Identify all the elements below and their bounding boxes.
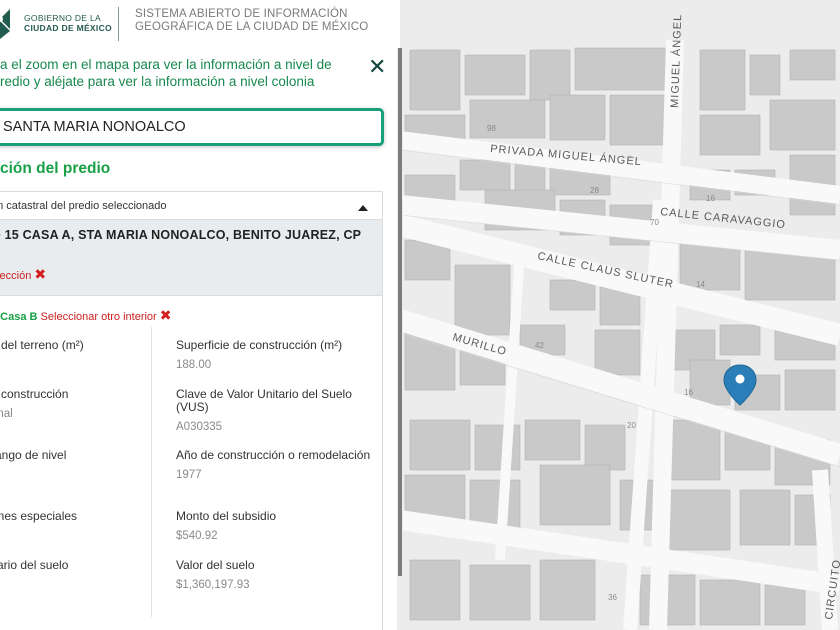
field-label: itario del suelo xyxy=(0,558,69,572)
field-vus-code: Clave de Valor Unitario del Suelo (VUS) … xyxy=(176,387,376,434)
field-unit-land-value: itario del suelo l xyxy=(0,559,68,591)
interior-row: 5 Casa B Seleccionar otro interior ✖ xyxy=(0,307,172,324)
field-value: onal xyxy=(0,408,13,420)
field-value: 1977 xyxy=(176,469,202,481)
field-land-value: Valor del suelo $1,360,197.93 xyxy=(176,558,376,592)
interior-label: 5 Casa B xyxy=(0,311,38,323)
lot-number: 36 xyxy=(608,593,617,602)
field-construction-year: Año de construcción o remodelación 1977 xyxy=(176,448,376,482)
section-title: ción del predio xyxy=(0,160,111,177)
header-divider xyxy=(118,7,119,41)
instruction-line2: redio y aléjate para ver la información … xyxy=(0,74,315,89)
field-land-area: e del terreno (m²) xyxy=(0,339,84,359)
clear-selection-label: elección xyxy=(0,270,32,282)
cadastral-card: ón catastral del predio seleccionado O 1… xyxy=(0,191,383,630)
field-level-range: rango de nivel xyxy=(0,449,66,469)
search-input[interactable] xyxy=(0,111,381,143)
address-area: O 15 CASA A, STA MARIA NONOALCO, BENITO … xyxy=(0,220,382,296)
lot-number: 20 xyxy=(627,421,636,430)
field-subsidy-amount: Monto del subsidio $540.92 xyxy=(176,509,376,543)
lot-number: 70 xyxy=(650,218,659,227)
lot-number: 98 xyxy=(487,124,496,133)
government-name: GOBIERNO DE LA CIUDAD DE MÉXICO xyxy=(24,13,112,33)
field-label: Monto del subsidio xyxy=(176,509,277,523)
select-other-interior-link[interactable]: Seleccionar otro interior xyxy=(41,311,157,323)
field-value: $1,360,197.93 xyxy=(176,579,250,591)
property-address: O 15 CASA A, STA MARIA NONOALCO, BENITO … xyxy=(0,228,362,242)
search-box[interactable] xyxy=(0,108,384,146)
field-value: A030335 xyxy=(176,421,223,433)
field-value: 188.00 xyxy=(176,359,212,371)
clear-selection[interactable]: elección ✖ xyxy=(0,266,46,283)
gov-name-line1: GOBIERNO DE LA xyxy=(24,13,101,23)
field-special-conditions: ones especiales xyxy=(0,510,77,530)
column-divider xyxy=(151,327,152,617)
system-name-line1: SISTEMA ABIERTO DE INFORMACIÓN xyxy=(135,8,348,20)
lot-number: 14 xyxy=(696,280,705,289)
panel-scrollbar-thumb[interactable] xyxy=(398,48,402,576)
field-label: rango de nivel xyxy=(0,448,67,462)
remove-interior-icon[interactable]: ✖ xyxy=(160,307,172,323)
zoom-instruction: a el zoom en el mapa para ver la informa… xyxy=(0,56,360,90)
field-construction-area: Superficie de construcción (m²) 188.00 xyxy=(176,338,376,372)
field-label: Valor del suelo xyxy=(176,558,255,572)
field-value: l xyxy=(0,579,68,591)
cdmx-logo-icon xyxy=(0,9,10,39)
field-construction-use: a construcción onal xyxy=(0,387,69,421)
lot-number: 16 xyxy=(684,388,693,397)
card-header[interactable]: ón catastral del predio seleccionado xyxy=(0,192,382,220)
field-label: a construcción xyxy=(0,387,69,401)
clear-selection-icon[interactable]: ✖ xyxy=(34,266,46,282)
lot-number: 16 xyxy=(706,194,715,203)
field-label: Superficie de construcción (m²) xyxy=(176,338,343,352)
collapse-caret-icon[interactable] xyxy=(358,205,368,211)
field-label: Clave de Valor Unitario del Suelo (VUS) xyxy=(176,387,352,414)
system-name-line2: GEOGRÁFICA DE LA CIUDAD DE MÉXICO xyxy=(135,21,369,33)
gov-name-line2: CIUDAD DE MÉXICO xyxy=(24,23,112,33)
field-value: $540.92 xyxy=(176,530,218,542)
card-header-title: ón catastral del predio seleccionado xyxy=(0,200,167,212)
app-header: GOBIERNO DE LA CIUDAD DE MÉXICO SISTEMA … xyxy=(0,0,400,48)
close-icon[interactable]: ✕ xyxy=(368,56,386,78)
system-name: SISTEMA ABIERTO DE INFORMACIÓN GEOGRÁFIC… xyxy=(135,8,368,34)
lot-number: 28 xyxy=(590,186,599,195)
field-label: ones especiales xyxy=(0,509,78,523)
instruction-line1: a el zoom en el mapa para ver la informa… xyxy=(0,57,332,72)
info-panel: a el zoom en el mapa para ver la informa… xyxy=(0,48,400,630)
lot-number: 42 xyxy=(535,341,544,350)
field-label: e del terreno (m²) xyxy=(0,338,84,352)
field-label: Año de construcción o remodelación xyxy=(176,448,371,462)
